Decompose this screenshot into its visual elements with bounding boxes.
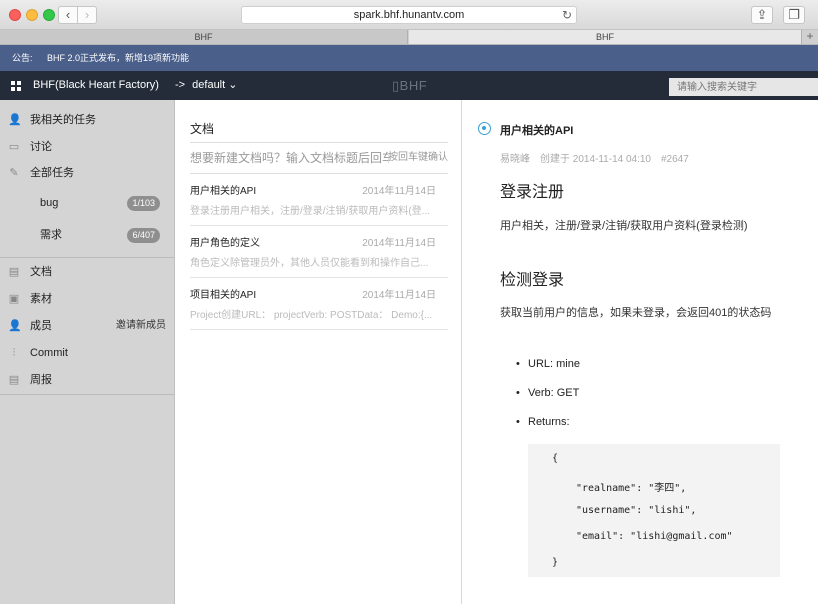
announcement-bar: 公告: BHF 2.0正式发布，新增19项新功能	[0, 45, 818, 71]
doc-paragraph: 用户相关，注册/登录/注销/获取用户资料(登录检测)	[500, 220, 748, 232]
code-line: }	[552, 557, 559, 568]
sidebar-item-members[interactable]: 👤 成员 邀请新成员	[0, 313, 174, 339]
browser-titlebar: ‹ › ▭ spark.bhf.hunantv.com ↻ ⇪ ❐	[0, 0, 818, 604]
chevron-down-icon: ⌄	[228, 79, 238, 91]
image-icon: ▣	[8, 293, 20, 305]
sidebar-item-commit[interactable]: ⫶ Commit	[0, 340, 174, 366]
doc-id: #2647	[661, 154, 689, 165]
count-badge: 6/407	[127, 228, 160, 243]
sidebar-item-docs[interactable]: ▤ 文档	[0, 259, 174, 285]
doc-heading: 检测登录	[500, 272, 565, 289]
forward-icon[interactable]: ›	[77, 6, 97, 24]
chat-icon: ▭	[8, 141, 20, 153]
project-switcher[interactable]: -> default ⌄	[175, 71, 237, 100]
doc-author[interactable]: 易晓峰	[500, 154, 530, 165]
minimize-window-button[interactable]	[26, 9, 38, 21]
doc-created: 创建于 2014-11-14 04:10	[540, 154, 651, 165]
sidebar-item-discussion[interactable]: ▭ 讨论	[0, 134, 174, 160]
doc-date: 2014年11月14日	[362, 238, 436, 249]
new-doc-input[interactable]: 想要新建文档吗？输入文档标题后回车 按回车键确认	[190, 142, 448, 174]
sidebar-item-label: 文档	[30, 266, 52, 278]
address-bar[interactable]: spark.bhf.hunantv.com ↻	[241, 6, 577, 24]
browser-tab[interactable]: BHF	[409, 30, 801, 44]
url-text: spark.bhf.hunantv.com	[353, 9, 465, 21]
doc-paragraph: 获取当前用户的信息，如果未登录，会返回401的状态码	[500, 307, 772, 319]
list-item[interactable]: 用户角色的定义 2014年11月14日 角色定义除管理员外，其他人员仅能看到和操…	[190, 226, 448, 278]
sidebar-subitem-label: bug	[40, 197, 59, 209]
sidebar-item-my-tasks[interactable]: 👤 我相关的任务	[0, 107, 174, 133]
members-icon: 👤	[8, 320, 22, 332]
document-icon: ▤	[8, 266, 20, 278]
doc-excerpt: 角色定义除管理员外，其他人员仅能看到和操作自己...	[190, 258, 429, 269]
share-icon[interactable]: ⇪	[751, 6, 773, 24]
doc-list-item: Returns:	[516, 416, 569, 428]
sidebar-subitem-bug[interactable]: bug 1/103	[0, 190, 174, 216]
code-line: "realname": "李四",	[576, 483, 687, 494]
search-input[interactable]	[669, 78, 818, 96]
code-line: {	[552, 453, 559, 464]
doc-detail-title: 用户相关的API	[500, 125, 574, 137]
sidebar-divider	[0, 394, 174, 395]
code-block: { "realname": "李四", "username": "lishi",…	[528, 444, 780, 577]
user-icon: 👤	[8, 114, 22, 126]
sidebar-divider	[0, 257, 174, 258]
project-name: default	[192, 79, 226, 91]
doc-title: 项目相关的API	[190, 290, 257, 301]
sidebar-item-all-tasks[interactable]: ✎ 全部任务	[0, 160, 174, 186]
sidebar-subitem-requirement[interactable]: 需求 6/407	[0, 222, 174, 248]
sidebar-item-label: 成员	[30, 320, 52, 332]
doc-excerpt: 登录注册用户相关，注册/登录/注销/获取用户资料(登...	[190, 206, 430, 217]
back-icon[interactable]: ‹	[58, 6, 78, 24]
doc-title: 用户角色的定义	[190, 238, 260, 249]
new-tab-button[interactable]: +	[801, 30, 818, 44]
sidebar-item-assets[interactable]: ▣ 素材	[0, 286, 174, 312]
commit-icon: ⫶	[12, 347, 16, 359]
doc-date: 2014年11月14日	[362, 290, 436, 301]
browser-tabbar: BHF BHF +	[0, 30, 818, 45]
project-arrow: ->	[175, 79, 186, 91]
app-header: BHF(Black Heart Factory) -> default ⌄ ▯B…	[0, 71, 818, 100]
sidebar-item-label: 讨论	[30, 141, 52, 153]
new-doc-hint: 按回车键确认	[388, 143, 448, 173]
sidebar-item-label: 素材	[30, 293, 52, 305]
list-item[interactable]: 用户相关的API 2014年11月14日 登录注册用户相关，注册/登录/注销/获…	[190, 174, 448, 226]
count-badge: 1/103	[127, 196, 160, 211]
announcement-text[interactable]: BHF 2.0正式发布，新增19项新功能	[47, 53, 189, 63]
browser-tab[interactable]: BHF	[0, 30, 408, 44]
code-line: "username": "lishi",	[576, 505, 697, 516]
doc-list-item: Verb: GET	[516, 387, 579, 399]
doc-meta: 易晓峰 创建于 2014-11-14 04:10 #2647	[500, 150, 699, 165]
doc-list-panel: 文档 想要新建文档吗？输入文档标题后回车 按回车键确认 用户相关的API 201…	[175, 100, 462, 604]
sidebar-item-label: 周报	[30, 374, 52, 386]
doc-title: 用户相关的API	[190, 186, 257, 197]
sidebar-item-label: 我相关的任务	[30, 114, 96, 126]
doc-list-item: URL: mine	[516, 358, 580, 370]
sidebar-item-label: Commit	[30, 347, 68, 359]
panel-title: 文档	[190, 122, 215, 136]
doc-excerpt: Project创建URL： projectVerb: POSTData： Dem…	[190, 310, 433, 321]
reload-icon[interactable]: ↻	[562, 7, 572, 23]
apps-grid-icon[interactable]	[11, 81, 21, 91]
doc-status-icon[interactable]	[478, 122, 491, 135]
code-line: "email": "lishi@gmail.com"	[576, 531, 733, 542]
show-tabs-icon[interactable]: ❐	[783, 6, 805, 24]
sidebar-subitem-label: 需求	[40, 229, 62, 241]
doc-heading: 登录注册	[500, 184, 565, 201]
app-title[interactable]: BHF(Black Heart Factory)	[33, 71, 159, 100]
sidebar-item-label: 全部任务	[30, 167, 74, 179]
zoom-window-button[interactable]	[43, 9, 55, 21]
list-item[interactable]: 项目相关的API 2014年11月14日 Project创建URL： proje…	[190, 278, 448, 330]
announcement-label: 公告:	[12, 53, 33, 63]
sidebar-item-weekly[interactable]: ▤ 周报	[0, 367, 174, 393]
report-icon: ▤	[8, 374, 20, 386]
invite-member-link[interactable]: 邀请新成员	[116, 313, 166, 339]
sidebar: 👤 我相关的任务 ▭ 讨论 ✎ 全部任务 bug 1/103 需求 6/407 …	[0, 100, 175, 604]
close-window-button[interactable]	[9, 9, 21, 21]
doc-detail-panel: 用户相关的API 易晓峰 创建于 2014-11-14 04:10 #2647 登录…	[463, 100, 818, 604]
bhf-logo: ▯BHF	[392, 78, 428, 93]
edit-icon: ✎	[9, 167, 19, 179]
doc-date: 2014年11月14日	[362, 186, 436, 197]
new-doc-placeholder: 想要新建文档吗？输入文档标题后回车	[190, 151, 395, 165]
